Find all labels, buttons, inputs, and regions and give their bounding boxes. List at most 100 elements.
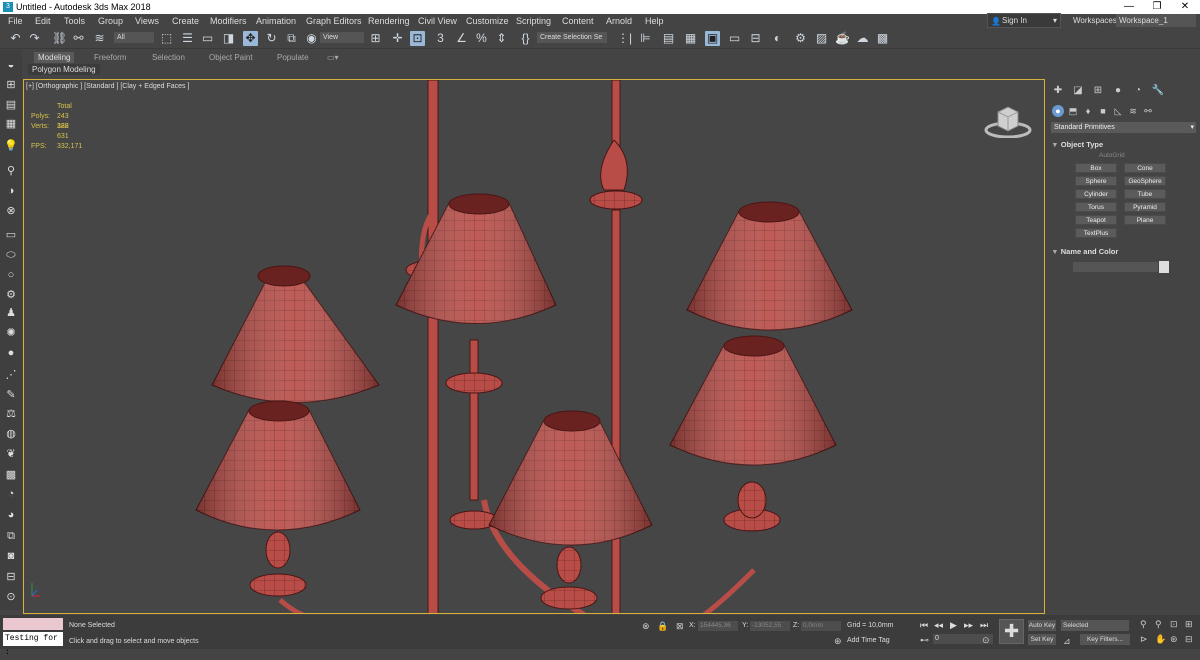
helpers-category-icon[interactable]: ◺	[1112, 105, 1124, 117]
close-button[interactable]: ✕	[1171, 0, 1199, 14]
unlink-icon[interactable]: ⚯	[71, 31, 86, 46]
render-production-icon[interactable]: ☕	[835, 31, 850, 46]
cylinder-button[interactable]: Cylinder	[1075, 189, 1117, 199]
curve-editor-icon[interactable]: ▭	[727, 31, 742, 46]
undo-icon[interactable]: ↶	[8, 31, 23, 46]
torus-button[interactable]: Torus	[1075, 202, 1117, 212]
material-editor-icon[interactable]: ◐	[770, 31, 785, 46]
menu-content[interactable]: Content	[562, 14, 594, 29]
field-of-view-icon[interactable]: ⊳	[1140, 634, 1148, 645]
sphere-button[interactable]: Sphere	[1075, 176, 1117, 186]
hierarchy-tab-icon[interactable]: ⊞	[1091, 85, 1105, 97]
tab-object-paint[interactable]: Object Paint	[209, 52, 253, 63]
bind-space-warp-icon[interactable]: ≋	[92, 31, 107, 46]
select-by-name-icon[interactable]: ☰	[180, 31, 195, 46]
light-icon[interactable]: 💡	[3, 139, 19, 153]
manipulate-icon[interactable]: ✛	[390, 31, 405, 46]
pyramid-button[interactable]: Pyramid	[1124, 202, 1166, 212]
keyboard-shortcut-override-icon[interactable]: ⊡	[410, 31, 425, 46]
geometry-category-icon[interactable]: ●	[1052, 105, 1064, 117]
selection-filter-select[interactable]: All	[114, 32, 154, 43]
named-selection-sets-select[interactable]: Create Selection Se	[537, 32, 607, 43]
percent-snap-icon[interactable]: %	[474, 31, 489, 46]
absolute-mode-icon[interactable]: ⊠	[676, 621, 684, 632]
sun-icon[interactable]: ✺	[3, 326, 19, 340]
menu-arnold[interactable]: Arnold	[606, 14, 632, 29]
time-configuration-icon[interactable]: ⊙	[982, 635, 990, 646]
select-and-place-icon[interactable]: ◉	[304, 31, 319, 46]
edit-named-selection-icon[interactable]: {}	[518, 31, 533, 46]
menu-rendering[interactable]: Rendering	[368, 14, 410, 29]
shapes-category-icon[interactable]: ⬒	[1067, 105, 1079, 117]
menu-scripting[interactable]: Scripting	[516, 14, 551, 29]
display-icon[interactable]: ⊞	[3, 78, 19, 92]
texture-icon[interactable]: ▩	[3, 468, 19, 482]
select-and-move-icon[interactable]: ✥	[243, 31, 258, 46]
select-object-icon[interactable]: ⬚	[159, 31, 174, 46]
time-tag-icon[interactable]: ⊕	[834, 636, 842, 647]
display-tab-icon[interactable]: ◔	[1131, 85, 1145, 97]
teapot-button[interactable]: Teapot	[1075, 215, 1117, 225]
default-in-out-tangents-icon[interactable]: ⊿	[1063, 636, 1071, 647]
name-and-color-rollout-header[interactable]: ▾ Name and Color	[1053, 247, 1118, 256]
spinner-snap-icon[interactable]: ⇕	[494, 31, 509, 46]
pan-view-icon[interactable]: ✋	[1155, 634, 1166, 645]
tab-polygon-modeling[interactable]: Polygon Modeling	[28, 64, 100, 75]
sign-in-dropdown[interactable]: 👤 Sign In ▾	[987, 13, 1061, 28]
select-and-scale-icon[interactable]: ⧉	[284, 31, 299, 46]
zoom-extents-icon[interactable]: ⊡	[1170, 619, 1178, 630]
cameras-category-icon[interactable]: ■	[1097, 105, 1109, 117]
menu-animation[interactable]: Animation	[256, 14, 296, 29]
set-keys-icon[interactable]: ✚	[999, 619, 1024, 644]
viewport-label[interactable]: [+] [Orthographic ] [Standard ] [Clay + …	[26, 83, 189, 90]
tab-populate[interactable]: Populate	[277, 52, 309, 63]
minimize-button[interactable]: —	[1115, 0, 1143, 14]
rectangular-selection-icon[interactable]: ▭	[200, 31, 215, 46]
pivot-center-icon[interactable]: ⊞	[368, 31, 383, 46]
ribbon-options-icon[interactable]: ▭▾	[327, 52, 339, 63]
viewcube-icon[interactable]	[984, 98, 1032, 138]
textplus-button[interactable]: TextPlus	[1075, 228, 1117, 238]
render-icon[interactable]: ◕	[3, 508, 19, 522]
zoom-extents-all-icon[interactable]: ⊞	[1185, 619, 1193, 630]
isolate-selection-icon[interactable]: ⊗	[642, 621, 650, 632]
helper-icon[interactable]: ◑	[3, 184, 19, 198]
orbit-icon[interactable]: ⊛	[1170, 634, 1178, 645]
toggle-scene-explorer-icon[interactable]: ▤	[661, 31, 676, 46]
tab-modeling[interactable]: Modeling	[34, 52, 75, 63]
schematic-view-icon[interactable]: ⊟	[748, 31, 763, 46]
scene-explorer-icon[interactable]: ◒	[3, 58, 19, 72]
menu-views[interactable]: Views	[135, 14, 159, 29]
maximize-viewport-icon[interactable]: ⊟	[1185, 634, 1193, 645]
maxscript-listener-output[interactable]	[3, 618, 63, 630]
key-filters-button[interactable]: Key Filters...	[1080, 634, 1130, 645]
next-frame-icon[interactable]: ▸▸	[964, 620, 973, 631]
menu-group[interactable]: Group	[98, 14, 123, 29]
menu-create[interactable]: Create	[172, 14, 199, 29]
z-coordinate-field[interactable]: 0,0mm	[801, 621, 841, 631]
menu-edit[interactable]: Edit	[35, 14, 51, 29]
create-tab-icon[interactable]: ✚	[1051, 85, 1065, 97]
layer-icon[interactable]: ▦	[3, 117, 19, 131]
key-mode-icon[interactable]: ⊷	[920, 635, 929, 646]
cone-button[interactable]: Cone	[1124, 163, 1166, 173]
maxscript-mini-listener[interactable]: Testing for :	[3, 632, 63, 657]
previous-frame-icon[interactable]: ◂◂	[934, 620, 943, 631]
y-coordinate-field[interactable]: -13052,55	[750, 621, 790, 631]
reference-coordinate-select[interactable]: View	[320, 32, 364, 43]
system-icon[interactable]: ⚙	[3, 288, 19, 302]
lights-category-icon[interactable]: ♦	[1082, 105, 1094, 117]
mirror-icon[interactable]: ⋮|	[617, 31, 632, 46]
add-time-tag-button[interactable]: Add Time Tag	[847, 637, 890, 644]
geosphere-button[interactable]: GeoSphere	[1124, 176, 1166, 186]
utilities-tab-icon[interactable]: 🔧	[1151, 85, 1165, 97]
material-icon[interactable]: ◔	[3, 487, 19, 501]
a360-gallery-icon[interactable]: ▩	[875, 31, 890, 46]
x-coordinate-field[interactable]: 154445,36	[698, 621, 738, 631]
link-icon[interactable]: ⛓	[52, 31, 67, 46]
menu-modifiers[interactable]: Modifiers	[210, 14, 247, 29]
key-selection-set-select[interactable]: Selected	[1061, 620, 1129, 631]
menu-file[interactable]: File	[8, 14, 23, 29]
systems-category-icon[interactable]: ⚯	[1142, 105, 1154, 117]
toggle-layer-explorer-icon[interactable]: ▦	[683, 31, 698, 46]
